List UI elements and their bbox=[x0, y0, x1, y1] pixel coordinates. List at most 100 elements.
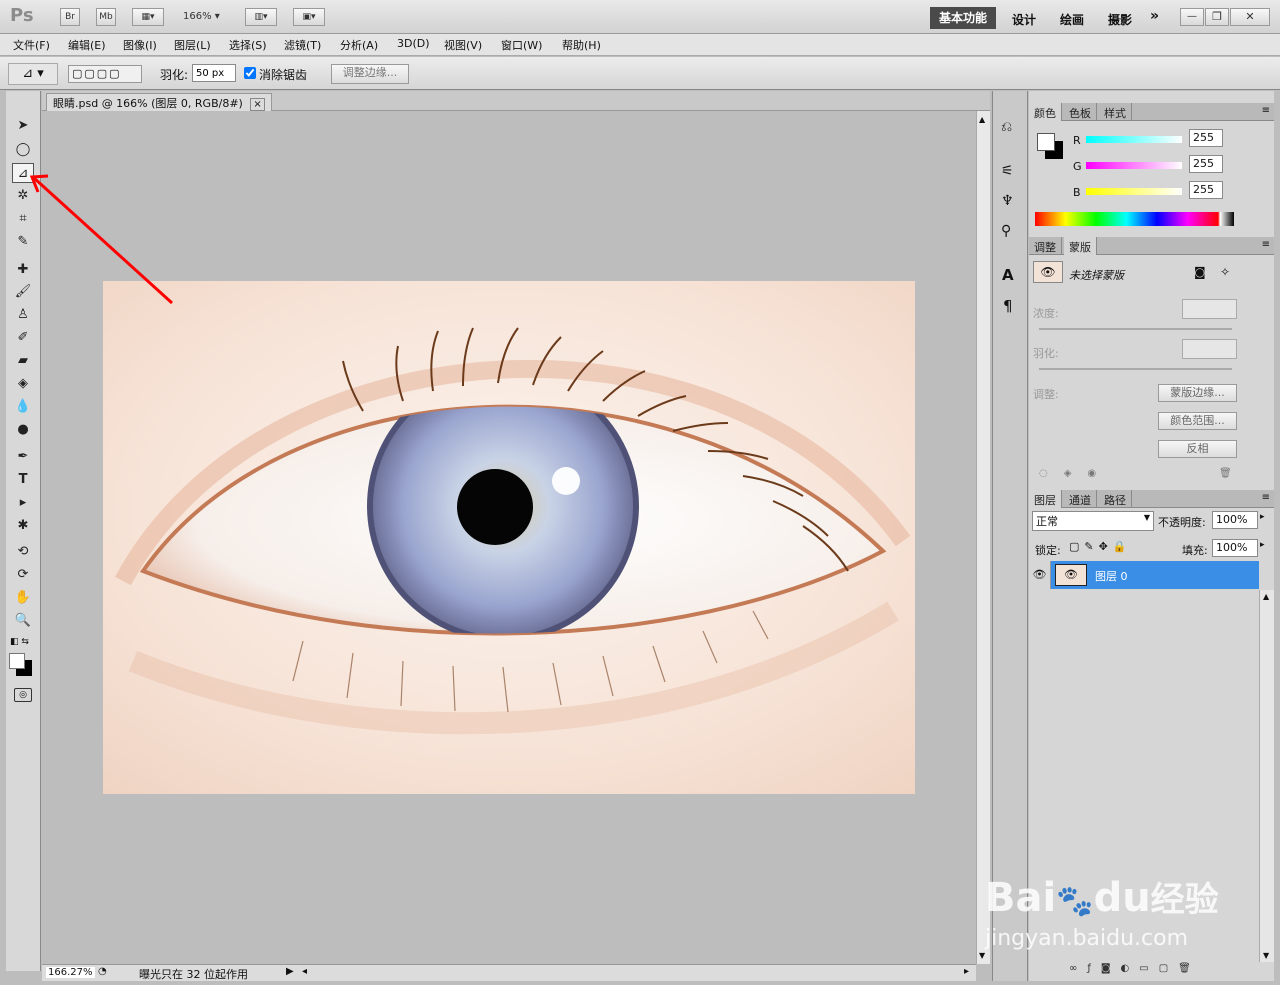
shape-tool-icon[interactable]: ✱ bbox=[12, 516, 34, 536]
3d-rotate-tool-icon[interactable]: ⟲ bbox=[12, 542, 34, 562]
scroll-up-icon[interactable]: ▲ bbox=[979, 115, 985, 124]
menu-window[interactable]: 窗口(W) bbox=[501, 37, 542, 53]
history-panel-icon[interactable]: ⎌ bbox=[1001, 119, 1012, 135]
screen-mode-button[interactable]: ▣▾ bbox=[293, 8, 325, 26]
minimize-button[interactable]: — bbox=[1180, 8, 1204, 26]
close-window-button[interactable]: ✕ bbox=[1230, 8, 1270, 26]
workspace-design[interactable]: 设计 bbox=[1012, 11, 1036, 28]
menu-3d[interactable]: 3D(D) bbox=[397, 37, 430, 50]
dodge-tool-icon[interactable]: ● bbox=[12, 420, 34, 440]
blend-mode-select[interactable]: 正常 ▼ bbox=[1032, 511, 1154, 531]
layer-thumbnail: 👁 bbox=[1055, 564, 1087, 586]
paragraph-panel-icon[interactable]: ¶ bbox=[1003, 297, 1013, 315]
arrange-documents-button[interactable]: ▥▾ bbox=[245, 8, 277, 26]
foreground-color-swatch[interactable] bbox=[9, 653, 25, 669]
mask-delete-icon[interactable]: 🗑 bbox=[1219, 468, 1232, 479]
workspace-more-button[interactable]: » bbox=[1150, 8, 1159, 24]
workspace-photography[interactable]: 摄影 bbox=[1108, 11, 1132, 28]
tab-paths[interactable]: 路径 bbox=[1099, 490, 1132, 508]
layer-visibility-eye-icon[interactable]: 👁 bbox=[1029, 561, 1051, 589]
mask-panel-tabs: 调整 蒙版 ≡ bbox=[1029, 237, 1274, 255]
default-colors-icon[interactable]: ◧ ⇆ bbox=[10, 637, 29, 647]
vector-mask-icon[interactable]: ✧ bbox=[1220, 265, 1230, 279]
layers-scroll-up-icon[interactable]: ▲ bbox=[1263, 592, 1269, 601]
fill-arrow-icon[interactable]: ▸ bbox=[1260, 540, 1265, 550]
color-panel-tabs: 颜色 色板 样式 ≡ bbox=[1029, 103, 1274, 121]
canvas-vertical-scrollbar[interactable]: ▲ ▼ bbox=[976, 111, 990, 964]
opacity-input[interactable]: 100% bbox=[1212, 511, 1258, 529]
mask-panel-menu-icon[interactable]: ≡ bbox=[1262, 239, 1270, 250]
layer-row[interactable]: 👁 👁 图层 0 bbox=[1029, 561, 1259, 589]
history-brush-tool-icon[interactable]: ✐ bbox=[12, 328, 34, 348]
opacity-arrow-icon[interactable]: ▸ bbox=[1260, 512, 1265, 522]
tab-color[interactable]: 颜色 bbox=[1029, 103, 1062, 121]
red-slider[interactable] bbox=[1086, 136, 1182, 143]
density-slider[interactable] bbox=[1039, 328, 1232, 330]
tab-masks[interactable]: 蒙版 bbox=[1064, 237, 1097, 255]
scroll-left-icon[interactable]: ◂ bbox=[302, 966, 307, 977]
workspace-essentials[interactable]: 基本功能 bbox=[930, 7, 996, 29]
pen-tool-icon[interactable]: ✒ bbox=[12, 447, 34, 467]
hand-tool-icon[interactable]: ✋ bbox=[12, 588, 34, 608]
fill-input[interactable]: 100% bbox=[1212, 539, 1258, 557]
tab-styles[interactable]: 样式 bbox=[1099, 103, 1132, 121]
menu-analysis[interactable]: 分析(A) bbox=[340, 37, 378, 53]
menu-view[interactable]: 视图(V) bbox=[444, 37, 482, 53]
color-spectrum-bar[interactable] bbox=[1035, 212, 1234, 226]
eraser-tool-icon[interactable]: ▰ bbox=[12, 351, 34, 371]
restore-button[interactable]: ❐ bbox=[1205, 8, 1229, 26]
pixel-mask-icon[interactable]: ◙ bbox=[1194, 265, 1206, 279]
density-input[interactable] bbox=[1182, 299, 1237, 319]
brush-preset-panel-icon[interactable]: ⚟ bbox=[1001, 163, 1014, 179]
clone-source-panel-icon[interactable]: ♆ bbox=[1001, 193, 1014, 209]
tab-adjustments[interactable]: 调整 bbox=[1029, 237, 1062, 255]
zoom-tool-icon[interactable]: 🔍 bbox=[12, 611, 34, 631]
red-value[interactable]: 255 bbox=[1189, 129, 1223, 147]
invert-button[interactable]: 反相 bbox=[1158, 440, 1237, 458]
workspace-painting[interactable]: 绘画 bbox=[1060, 11, 1084, 28]
3d-orbit-tool-icon[interactable]: ⟳ bbox=[12, 565, 34, 585]
scroll-right-icon[interactable]: ▸ bbox=[964, 966, 969, 977]
green-slider[interactable] bbox=[1086, 162, 1182, 169]
eye-photo[interactable] bbox=[103, 281, 915, 794]
mask-no-selection: 未选择蒙版 bbox=[1069, 269, 1124, 282]
paint-bucket-tool-icon[interactable]: ◈ bbox=[12, 374, 34, 394]
blend-mode-value: 正常 bbox=[1036, 515, 1058, 528]
layers-scroll-down-icon[interactable]: ▼ bbox=[1263, 951, 1269, 960]
layers-scrollbar[interactable]: ▲ ▼ bbox=[1259, 590, 1274, 962]
blue-value[interactable]: 255 bbox=[1189, 181, 1223, 199]
color-panel-menu-icon[interactable]: ≡ bbox=[1262, 105, 1270, 116]
scroll-down-icon[interactable]: ▼ bbox=[979, 951, 985, 960]
close-tab-icon[interactable]: × bbox=[250, 98, 265, 111]
canvas-area[interactable] bbox=[29, 111, 976, 964]
lock-icons[interactable]: ▢✎✥🔒 bbox=[1069, 540, 1132, 553]
antialias-checkbox[interactable] bbox=[244, 67, 256, 79]
tab-swatches[interactable]: 色板 bbox=[1064, 103, 1097, 121]
mask-feather-input[interactable] bbox=[1182, 339, 1237, 359]
character-panel-icon[interactable]: A bbox=[1002, 266, 1014, 284]
blue-slider[interactable] bbox=[1086, 188, 1182, 195]
status-menu-icon[interactable]: ▶ bbox=[286, 966, 294, 977]
tool-presets-panel-icon[interactable]: ⚲ bbox=[1001, 223, 1011, 239]
menu-filter[interactable]: 滤镜(T) bbox=[284, 37, 321, 53]
mask-edge-button[interactable]: 蒙版边缘... bbox=[1158, 384, 1237, 402]
path-selection-tool-icon[interactable]: ▸ bbox=[12, 493, 34, 513]
type-tool-icon[interactable]: T bbox=[12, 470, 34, 490]
blur-tool-icon[interactable]: 💧 bbox=[12, 397, 34, 417]
mask-footer-icons[interactable]: ◌◈◉ bbox=[1039, 468, 1112, 479]
menu-select[interactable]: 选择(S) bbox=[229, 37, 267, 53]
color-range-button[interactable]: 颜色范围... bbox=[1158, 412, 1237, 430]
mask-feather-slider[interactable] bbox=[1039, 368, 1232, 370]
layers-panel-menu-icon[interactable]: ≡ bbox=[1262, 492, 1270, 503]
quick-mask-icon[interactable]: ◎ bbox=[14, 688, 32, 702]
status-zoom[interactable]: 166.27% bbox=[46, 967, 95, 978]
foreground-color-chip[interactable] bbox=[1037, 133, 1055, 151]
refine-edge-button[interactable]: 调整边缘... bbox=[331, 64, 409, 84]
green-value[interactable]: 255 bbox=[1189, 155, 1223, 173]
annotation-arrow bbox=[29, 174, 174, 305]
menu-help[interactable]: 帮助(H) bbox=[562, 37, 601, 53]
tab-layers[interactable]: 图层 bbox=[1029, 490, 1062, 508]
tab-channels[interactable]: 通道 bbox=[1064, 490, 1097, 508]
layer-name[interactable]: 图层 0 bbox=[1095, 568, 1128, 584]
layers-footer-icons[interactable]: ∞ƒ◙◐▭▢🗑 bbox=[1069, 963, 1201, 974]
